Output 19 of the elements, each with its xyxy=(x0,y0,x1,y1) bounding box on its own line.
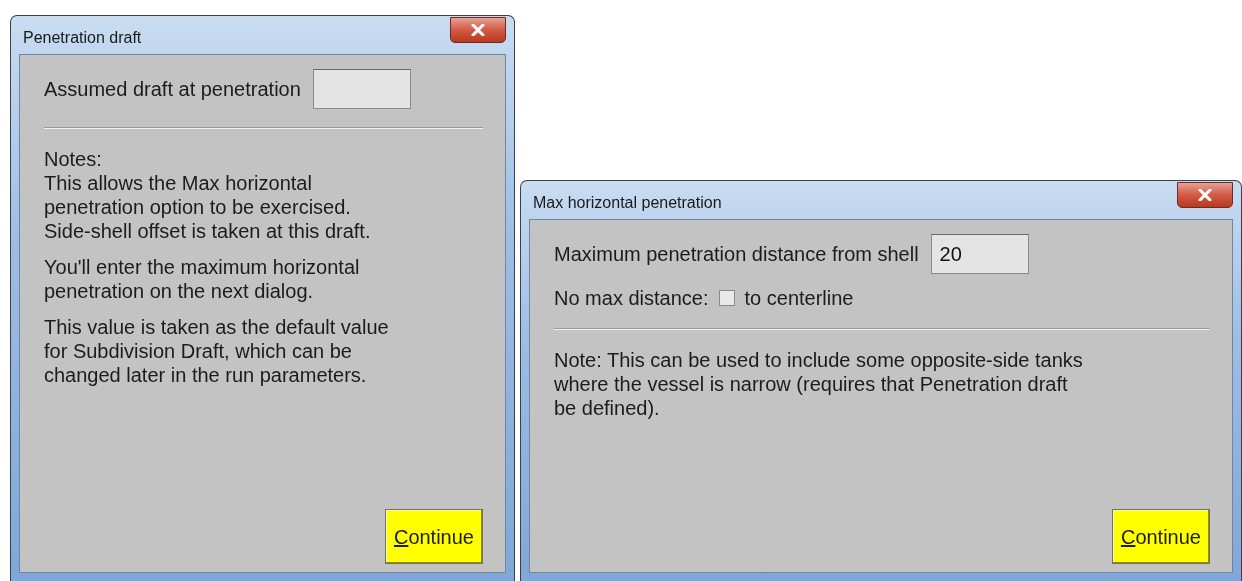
checkbox[interactable] xyxy=(718,290,735,306)
close-button[interactable] xyxy=(450,17,506,43)
window-title: Penetration draft xyxy=(22,28,142,48)
note-text: This value is taken as the default value for Subdivision Draft, which can be changed later in the run parameters. xyxy=(44,315,390,387)
note-text: You'll enter the maximum horizontal penetration on the next dialog. xyxy=(44,255,361,303)
continue-button[interactable]: Continue xyxy=(384,509,483,564)
input-field[interactable] xyxy=(312,69,411,109)
field-label: Assumed draft at penetration xyxy=(44,77,301,101)
close-icon xyxy=(1198,189,1212,201)
note-text: Notes: This allows the Max horizontal penetration option to be exercised. Side-shell offset is taken at this draft. xyxy=(44,147,372,243)
field-label: Maximum penetration distance from shell xyxy=(554,242,919,266)
field-label: No max distance: xyxy=(554,286,709,310)
window-title: Max horizontal penetration xyxy=(532,193,722,213)
close-icon xyxy=(471,24,485,36)
note-text: Note: This can be used to include some opposite-side tanks where the vessel is narrow (requires that Penetration draft be defined). xyxy=(554,348,1084,420)
continue-button[interactable]: Continue xyxy=(1111,509,1210,564)
checkbox-label: to centerline xyxy=(744,286,854,310)
input-field[interactable]: 20 xyxy=(930,234,1029,274)
close-button[interactable] xyxy=(1177,182,1233,208)
